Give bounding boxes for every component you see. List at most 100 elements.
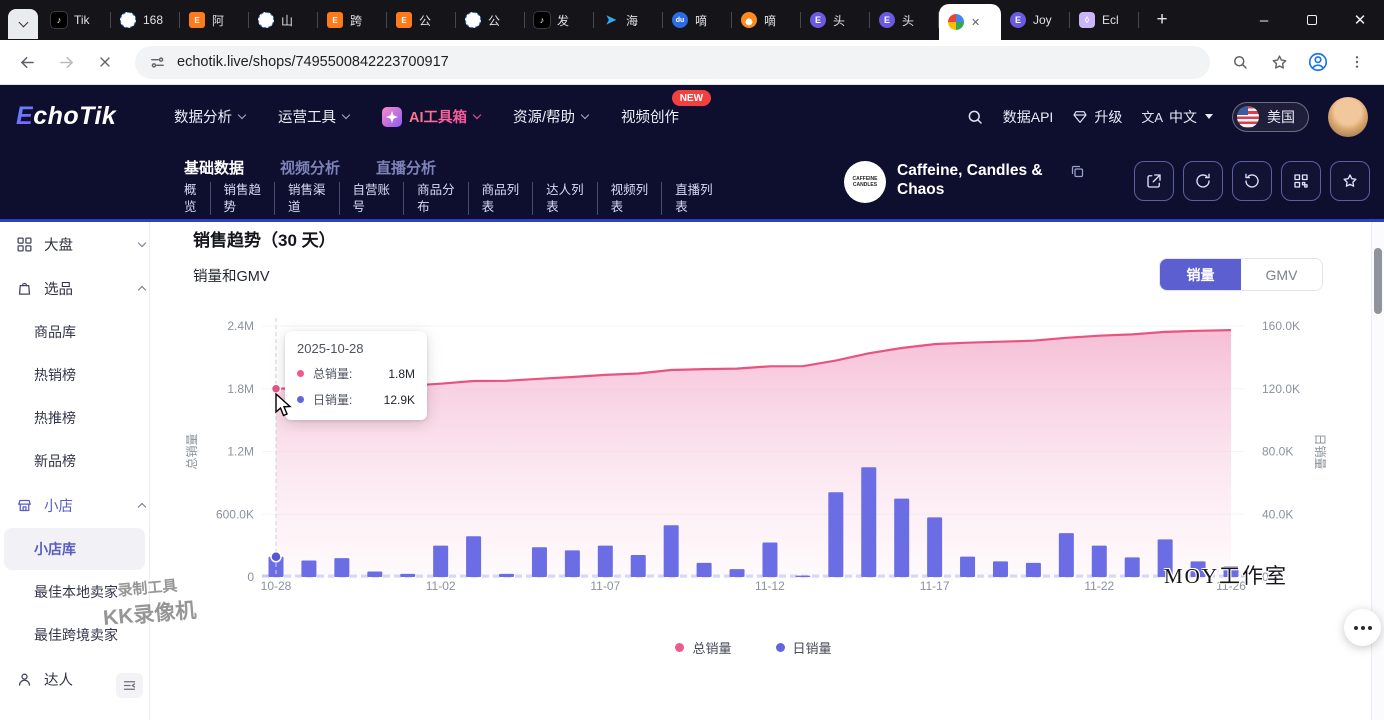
subnav-item[interactable]: 达人列表 xyxy=(532,182,597,215)
daily-sales-bar[interactable] xyxy=(993,561,1008,577)
new-tab-button[interactable]: + xyxy=(1147,5,1177,35)
close-tab-icon[interactable]: ✕ xyxy=(971,16,980,29)
daily-sales-bar[interactable] xyxy=(466,536,481,577)
daily-sales-bar[interactable] xyxy=(861,467,876,577)
daily-sales-bar[interactable] xyxy=(532,547,547,577)
tab-视频分析[interactable]: 视频分析 xyxy=(280,157,340,178)
site-info-icon[interactable] xyxy=(149,54,166,71)
browser-tab[interactable]: E公 xyxy=(387,0,456,40)
daily-sales-bar[interactable] xyxy=(697,563,712,577)
sidebar-item-热推榜[interactable]: 热推榜 xyxy=(0,397,163,439)
minimize-button[interactable]: – xyxy=(1240,0,1288,40)
tab-直播分析[interactable]: 直播分析 xyxy=(376,157,436,178)
zoom-button[interactable] xyxy=(1223,45,1257,79)
daily-sales-bar[interactable] xyxy=(1125,557,1140,577)
favorite-button[interactable] xyxy=(1330,161,1370,201)
browser-tab[interactable]: ♪Tik xyxy=(42,0,111,40)
qr-code-button[interactable] xyxy=(1281,161,1321,201)
scrollbar-thumb[interactable] xyxy=(1374,248,1382,314)
daily-sales-bar[interactable] xyxy=(664,525,679,577)
browser-tab[interactable]: ✕ xyxy=(939,4,1001,40)
daily-sales-bar[interactable] xyxy=(762,542,777,577)
daily-sales-bar[interactable] xyxy=(1026,563,1041,577)
daily-sales-bar[interactable] xyxy=(631,555,646,577)
browser-tab[interactable]: 山 xyxy=(249,0,318,40)
browser-tab[interactable]: du嘀 xyxy=(663,0,732,40)
nav-item[interactable]: 资源/帮助 xyxy=(513,106,588,127)
daily-sales-bar[interactable] xyxy=(499,574,514,577)
browser-tab[interactable]: E头 xyxy=(801,0,870,40)
sidebar-item-小店库[interactable]: 小店库 xyxy=(4,528,145,570)
back-button[interactable] xyxy=(10,45,44,79)
daily-sales-bar[interactable] xyxy=(828,492,843,577)
sidebar-item-选品[interactable]: 选品 xyxy=(0,266,163,310)
nav-item[interactable]: 运营工具 xyxy=(278,106,349,127)
maximize-button[interactable] xyxy=(1288,0,1336,40)
browser-tab[interactable]: ♪发 xyxy=(525,0,594,40)
subnav-item[interactable]: 概览 xyxy=(184,182,210,215)
sidebar-item-新品榜[interactable]: 新品榜 xyxy=(0,440,163,482)
forward-button[interactable] xyxy=(49,45,83,79)
daily-sales-bar[interactable] xyxy=(400,574,415,577)
tab-search-button[interactable] xyxy=(8,9,38,39)
header-search-button[interactable] xyxy=(966,108,984,126)
url-text[interactable]: echotik.live/shops/7495500842223700917 xyxy=(177,54,449,70)
subnav-item[interactable]: 商品列表 xyxy=(468,182,533,215)
daily-sales-bar[interactable] xyxy=(565,550,580,577)
subnav-item[interactable]: 商品分布 xyxy=(403,182,468,215)
page-scrollbar[interactable] xyxy=(1371,222,1384,720)
legend-item-日销量[interactable]: 日销量 xyxy=(776,638,832,657)
address-bar[interactable]: echotik.live/shops/7495500842223700917 xyxy=(135,46,1210,79)
daily-sales-bar[interactable] xyxy=(367,572,382,577)
daily-sales-bar[interactable] xyxy=(1059,533,1074,577)
bookmark-button[interactable] xyxy=(1262,45,1296,79)
region-selector[interactable]: 美国 xyxy=(1232,102,1309,132)
daily-sales-bar[interactable] xyxy=(433,546,448,577)
browser-tab[interactable]: E头 xyxy=(870,0,939,40)
sync-button[interactable] xyxy=(1232,161,1272,201)
daily-sales-bar[interactable] xyxy=(730,569,745,577)
legend-item-总销量[interactable]: 总销量 xyxy=(675,638,731,657)
daily-sales-bar[interactable] xyxy=(960,557,975,577)
daily-sales-bar[interactable] xyxy=(334,558,349,577)
profile-button[interactable] xyxy=(1301,45,1335,79)
nav-item[interactable]: 视频创作NEW xyxy=(621,106,679,127)
nav-item[interactable]: AI工具箱 xyxy=(382,106,480,127)
language-selector[interactable]: 文A中文 xyxy=(1141,107,1213,127)
sidebar-item-小店[interactable]: 小店 xyxy=(0,483,163,527)
browser-tab[interactable]: EJoy xyxy=(1001,0,1070,40)
sidebar-item-商品库[interactable]: 商品库 xyxy=(0,311,163,353)
subnav-item[interactable]: 销售渠道 xyxy=(274,182,339,215)
stop-loading-button[interactable] xyxy=(88,45,122,79)
toggle-sales-button[interactable]: 销量 xyxy=(1160,259,1241,290)
subnav-item[interactable]: 自营账号 xyxy=(339,182,404,215)
daily-sales-bar[interactable] xyxy=(927,517,942,577)
toggle-gmv-button[interactable]: GMV xyxy=(1241,259,1322,290)
browser-tab[interactable]: 嘀 xyxy=(732,0,801,40)
upgrade-button[interactable]: 升级 xyxy=(1072,107,1122,127)
nav-item[interactable]: 数据分析 xyxy=(174,106,245,127)
browser-tab[interactable]: 公 xyxy=(456,0,525,40)
daily-sales-bar[interactable] xyxy=(894,499,909,577)
browser-menu-button[interactable] xyxy=(1340,45,1374,79)
browser-tab[interactable]: ➤海 xyxy=(594,0,663,40)
daily-sales-bar[interactable] xyxy=(598,546,613,577)
close-button[interactable]: ✕ xyxy=(1336,0,1384,40)
daily-sales-bar[interactable] xyxy=(301,561,316,577)
browser-tab[interactable]: ◊Ecl xyxy=(1070,0,1139,40)
data-api-link[interactable]: 数据API xyxy=(1003,107,1054,127)
tab-基础数据[interactable]: 基础数据 xyxy=(184,157,244,178)
echotik-logo[interactable]: EchoTik xyxy=(16,102,174,131)
copy-shop-name-button[interactable] xyxy=(1070,164,1085,184)
subnav-item[interactable]: 销售趋势 xyxy=(210,182,275,215)
browser-tab[interactable]: E阿 xyxy=(180,0,249,40)
more-actions-button[interactable] xyxy=(1344,609,1381,646)
user-avatar[interactable] xyxy=(1328,97,1368,137)
browser-tab[interactable]: E跨 xyxy=(318,0,387,40)
daily-sales-bar[interactable] xyxy=(1092,546,1107,577)
daily-sales-bar[interactable] xyxy=(795,576,810,577)
open-external-button[interactable] xyxy=(1134,161,1174,201)
subnav-item[interactable]: 视频列表 xyxy=(597,182,662,215)
sales-trend-chart[interactable]: 2.4M1.8M1.2M600.0K0160.0K120.0K80.0K40.0… xyxy=(163,222,1384,692)
sidebar-item-大盘[interactable]: 大盘 xyxy=(0,222,163,266)
